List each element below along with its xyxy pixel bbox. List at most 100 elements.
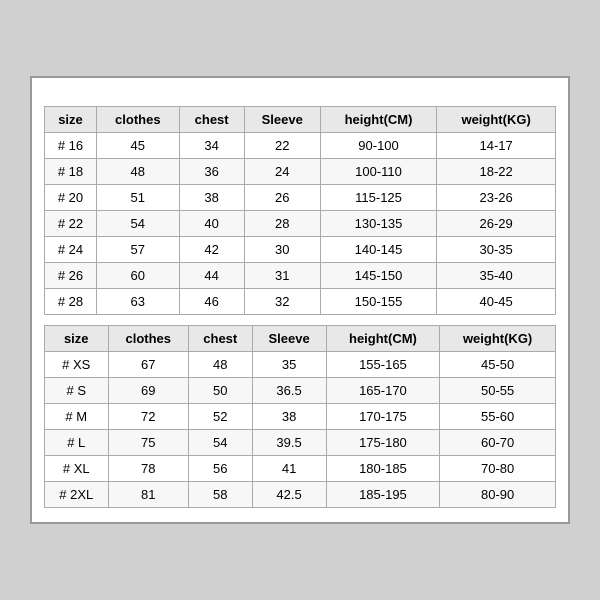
table-cell: 44 xyxy=(179,263,244,289)
table-row: # 20513826115-12523-26 xyxy=(45,185,556,211)
table-cell: 45 xyxy=(96,133,179,159)
table-cell: # L xyxy=(45,430,109,456)
table1-body: # 1645342290-10014-17# 18483624100-11018… xyxy=(45,133,556,315)
table-cell: 38 xyxy=(179,185,244,211)
table2-header-cell: weight(KG) xyxy=(440,326,556,352)
table-row: # S695036.5165-17050-55 xyxy=(45,378,556,404)
table-cell: 36.5 xyxy=(252,378,326,404)
table-row: # 26604431145-15035-40 xyxy=(45,263,556,289)
table-row: # 24574230140-14530-35 xyxy=(45,237,556,263)
table1-header-cell: height(CM) xyxy=(320,107,436,133)
table2-header-cell: Sleeve xyxy=(252,326,326,352)
table-cell: 50-55 xyxy=(440,378,556,404)
table1-header-cell: Sleeve xyxy=(244,107,320,133)
table-cell: 58 xyxy=(189,482,252,508)
table-cell: 26-29 xyxy=(437,211,556,237)
table1-header-cell: clothes xyxy=(96,107,179,133)
table-cell: 34 xyxy=(179,133,244,159)
table-cell: 48 xyxy=(96,159,179,185)
table1-header-cell: size xyxy=(45,107,97,133)
table-cell: 56 xyxy=(189,456,252,482)
table1-header: sizeclotheschestSleeveheight(CM)weight(K… xyxy=(45,107,556,133)
table-cell: 63 xyxy=(96,289,179,315)
table-row: # 22544028130-13526-29 xyxy=(45,211,556,237)
table-cell: 30-35 xyxy=(437,237,556,263)
table-row: # XL785641180-18570-80 xyxy=(45,456,556,482)
size-table-2: sizeclotheschestSleeveheight(CM)weight(K… xyxy=(44,325,556,508)
table-row: # 28634632150-15540-45 xyxy=(45,289,556,315)
table-cell: # 22 xyxy=(45,211,97,237)
table-cell: 185-195 xyxy=(326,482,440,508)
table-row: # M725238170-17555-60 xyxy=(45,404,556,430)
table-cell: 150-155 xyxy=(320,289,436,315)
table-cell: 60 xyxy=(96,263,179,289)
table2-header-cell: chest xyxy=(189,326,252,352)
table-cell: 36 xyxy=(179,159,244,185)
table-cell: 72 xyxy=(108,404,189,430)
table-cell: 18-22 xyxy=(437,159,556,185)
table-cell: 50 xyxy=(189,378,252,404)
table-cell: # XL xyxy=(45,456,109,482)
table-cell: 90-100 xyxy=(320,133,436,159)
table-cell: 145-150 xyxy=(320,263,436,289)
table-cell: 42.5 xyxy=(252,482,326,508)
table-cell: 69 xyxy=(108,378,189,404)
table-cell: 81 xyxy=(108,482,189,508)
table-cell: # 16 xyxy=(45,133,97,159)
table-cell: 35 xyxy=(252,352,326,378)
table-row: # 2XL815842.5185-19580-90 xyxy=(45,482,556,508)
table-cell: 23-26 xyxy=(437,185,556,211)
size-chart-card: sizeclotheschestSleeveheight(CM)weight(K… xyxy=(30,76,570,524)
table-cell: 42 xyxy=(179,237,244,263)
table2-header-cell: size xyxy=(45,326,109,352)
table-cell: 55-60 xyxy=(440,404,556,430)
table-cell: # 24 xyxy=(45,237,97,263)
table-cell: 130-135 xyxy=(320,211,436,237)
table-row: # 1645342290-10014-17 xyxy=(45,133,556,159)
table-cell: 22 xyxy=(244,133,320,159)
table-cell: # 20 xyxy=(45,185,97,211)
table-cell: # 28 xyxy=(45,289,97,315)
table-cell: 39.5 xyxy=(252,430,326,456)
table-cell: 26 xyxy=(244,185,320,211)
table-cell: 38 xyxy=(252,404,326,430)
table-cell: 51 xyxy=(96,185,179,211)
table-cell: # S xyxy=(45,378,109,404)
table-cell: # XS xyxy=(45,352,109,378)
table-cell: 70-80 xyxy=(440,456,556,482)
table-cell: 140-145 xyxy=(320,237,436,263)
table-cell: 165-170 xyxy=(326,378,440,404)
table-cell: 175-180 xyxy=(326,430,440,456)
table-cell: # 26 xyxy=(45,263,97,289)
table1-header-row: sizeclotheschestSleeveheight(CM)weight(K… xyxy=(45,107,556,133)
table-cell: 14-17 xyxy=(437,133,556,159)
table-cell: 180-185 xyxy=(326,456,440,482)
table-cell: 115-125 xyxy=(320,185,436,211)
section-gap xyxy=(44,315,556,325)
table2-header-row: sizeclotheschestSleeveheight(CM)weight(K… xyxy=(45,326,556,352)
table1-header-cell: chest xyxy=(179,107,244,133)
table-cell: 54 xyxy=(96,211,179,237)
table-cell: 24 xyxy=(244,159,320,185)
table-cell: # 2XL xyxy=(45,482,109,508)
table-cell: 155-165 xyxy=(326,352,440,378)
table-cell: 170-175 xyxy=(326,404,440,430)
table-row: # 18483624100-11018-22 xyxy=(45,159,556,185)
table-cell: 48 xyxy=(189,352,252,378)
table-cell: 60-70 xyxy=(440,430,556,456)
table2-body: # XS674835155-16545-50# S695036.5165-170… xyxy=(45,352,556,508)
size-table-1: sizeclotheschestSleeveheight(CM)weight(K… xyxy=(44,106,556,315)
table2-header: sizeclotheschestSleeveheight(CM)weight(K… xyxy=(45,326,556,352)
table-cell: 100-110 xyxy=(320,159,436,185)
table-cell: 80-90 xyxy=(440,482,556,508)
table2-header-cell: height(CM) xyxy=(326,326,440,352)
table-cell: 75 xyxy=(108,430,189,456)
table-cell: 32 xyxy=(244,289,320,315)
table-cell: 28 xyxy=(244,211,320,237)
table-cell: 30 xyxy=(244,237,320,263)
table-cell: 41 xyxy=(252,456,326,482)
table-cell: 35-40 xyxy=(437,263,556,289)
table-cell: 54 xyxy=(189,430,252,456)
table-cell: 57 xyxy=(96,237,179,263)
table-cell: 31 xyxy=(244,263,320,289)
